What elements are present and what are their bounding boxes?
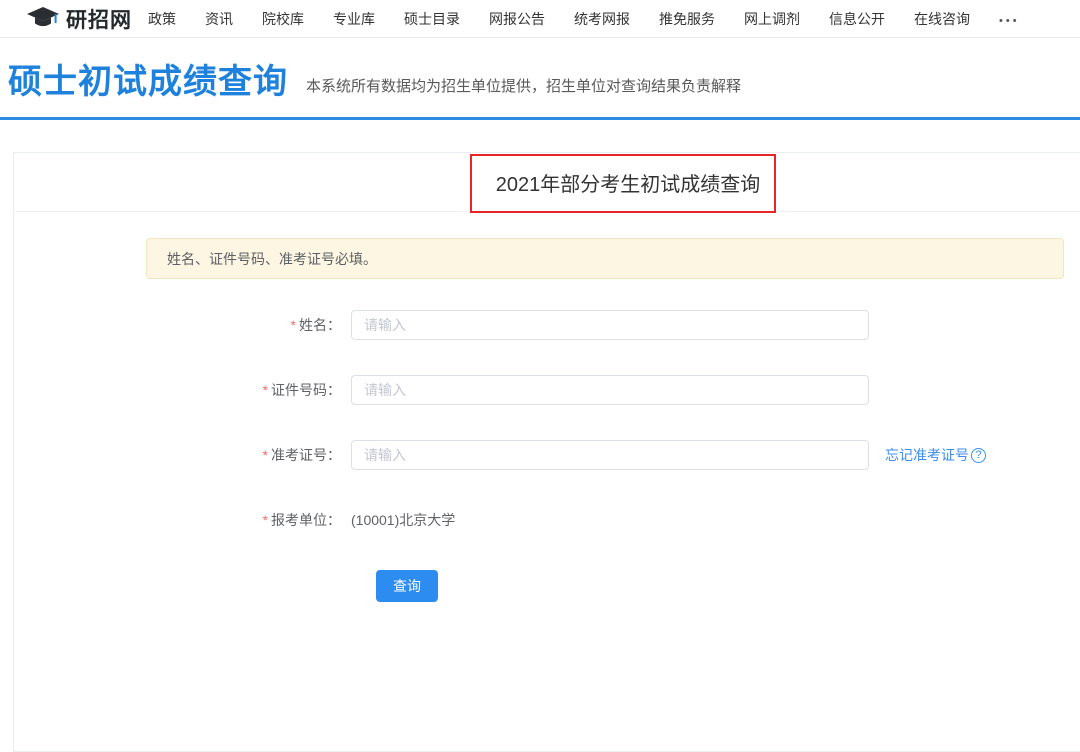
blue-divider	[0, 117, 1080, 120]
name-label: *姓名：	[14, 315, 341, 335]
page-title: 硕士初试成绩查询	[8, 59, 288, 105]
grad-cap-logo-icon	[26, 6, 60, 31]
forget-ticket-link[interactable]: 忘记准考证号?	[885, 445, 986, 465]
target-unit-label: *报考单位：	[14, 510, 341, 530]
score-query-card: 2021年部分考生初试成绩查询 姓名、证件号码、准考证号必填。 *姓名： *证件…	[13, 152, 1080, 752]
main-nav: 政策 资讯 院校库 专业库 硕士目录 网报公告 统考网报 推免服务 网上调剂 信…	[148, 9, 1020, 29]
target-unit-value: (10001)北京大学	[351, 510, 455, 530]
logo-text: 研招网	[66, 4, 132, 34]
top-nav: 研招网 政策 资讯 院校库 专业库 硕士目录 网报公告 统考网报 推免服务 网上…	[0, 0, 1080, 38]
required-asterisk: *	[291, 317, 296, 333]
nav-item-unified-exam-report[interactable]: 统考网报	[574, 9, 630, 29]
nav-item-news[interactable]: 资讯	[205, 9, 233, 29]
form-row-admission-ticket: *准考证号： 忘记准考证号?	[14, 440, 1080, 470]
nav-item-online-report-notice[interactable]: 网报公告	[489, 9, 545, 29]
form-row-id-number: *证件号码：	[14, 375, 1080, 405]
nav-item-exempt-service[interactable]: 推免服务	[659, 9, 715, 29]
required-fields-notice: 姓名、证件号码、准考证号必填。	[146, 238, 1064, 279]
admission-ticket-label: *准考证号：	[14, 445, 341, 465]
card-title: 2021年部分考生初试成绩查询	[496, 168, 761, 197]
nav-item-info-disclosure[interactable]: 信息公开	[829, 9, 885, 29]
admission-ticket-input[interactable]	[351, 440, 869, 470]
required-asterisk: *	[263, 512, 268, 528]
id-number-label: *证件号码：	[14, 380, 341, 400]
help-question-icon: ?	[971, 448, 986, 463]
required-asterisk: *	[263, 447, 268, 463]
nav-item-master-catalog[interactable]: 硕士目录	[404, 9, 460, 29]
id-number-input[interactable]	[351, 375, 869, 405]
nav-item-online-consult[interactable]: 在线咨询	[914, 9, 970, 29]
nav-item-policy[interactable]: 政策	[148, 9, 176, 29]
form-row-name: *姓名：	[14, 310, 1080, 340]
form-row-target-unit: *报考单位： (10001)北京大学	[14, 505, 1080, 535]
nav-item-online-adjustment[interactable]: 网上调剂	[744, 9, 800, 29]
required-asterisk: *	[263, 382, 268, 398]
nav-item-college-library[interactable]: 院校库	[262, 9, 304, 29]
name-input[interactable]	[351, 310, 869, 340]
page-header: 硕士初试成绩查询 本系统所有数据均为招生单位提供，招生单位对查询结果负责解释	[0, 38, 1080, 105]
site-logo[interactable]: 研招网	[26, 4, 132, 34]
query-submit-button[interactable]: 查询	[376, 570, 438, 602]
query-form: *姓名： *证件号码： *准考证号： 忘记准考证号? *报考单位： (10001…	[14, 310, 1080, 602]
nav-more-dots-icon[interactable]: •••	[999, 15, 1020, 27]
card-header: 2021年部分考生初试成绩查询	[14, 153, 1080, 212]
nav-item-major-library[interactable]: 专业库	[333, 9, 375, 29]
page-subtitle: 本系统所有数据均为招生单位提供，招生单位对查询结果负责解释	[306, 75, 741, 105]
